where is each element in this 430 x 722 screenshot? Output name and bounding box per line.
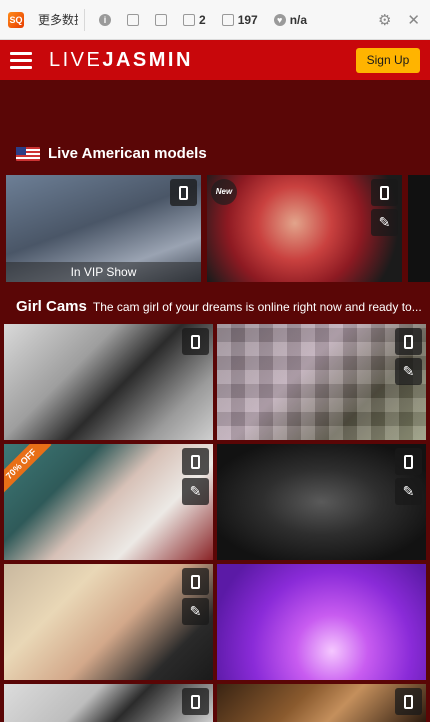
logo-live: LIVE: [49, 48, 103, 71]
model-tile[interactable]: [217, 684, 426, 722]
model-tile[interactable]: [217, 564, 426, 680]
seo-logo-icon[interactable]: SQ: [8, 11, 24, 28]
external-links-item[interactable]: 2: [183, 13, 206, 27]
toolbar-divider: [84, 8, 85, 31]
new-badge: New: [211, 179, 237, 205]
mobile-icon: [395, 448, 422, 475]
site-logo[interactable]: LIVEJASMIN: [49, 49, 193, 72]
rank-value: n/a: [289, 12, 308, 27]
site-header: LIVEJASMIN Sign Up: [0, 40, 430, 80]
monitor-item[interactable]: [127, 13, 139, 26]
feather-icon: ✎: [182, 478, 209, 505]
document-item[interactable]: [155, 13, 167, 26]
mobile-icon: [395, 688, 422, 715]
document-icon: [155, 13, 167, 26]
model-tile[interactable]: [4, 684, 213, 722]
model-tile[interactable]: In VIP Show: [6, 175, 201, 282]
gear-icon[interactable]: ⚙: [378, 11, 391, 29]
feather-icon: ✎: [371, 209, 398, 236]
feather-icon: ✎: [182, 598, 209, 625]
sign-up-button[interactable]: Sign Up: [356, 48, 420, 73]
mobile-icon: [182, 568, 209, 595]
model-tile[interactable]: ✎: [4, 564, 213, 680]
monitor-icon: [127, 13, 139, 26]
toolbar-controls: ⚙ ✕: [378, 11, 420, 29]
girl-cams-section-header: Girl Cams The cam girl of your dreams is…: [16, 298, 423, 315]
model-tile[interactable]: 70% OFF ✎: [4, 444, 213, 560]
model-tile[interactable]: New ✎: [207, 175, 402, 282]
logo-jasmin: JASMIN: [102, 48, 193, 71]
model-tile[interactable]: ✎: [217, 444, 426, 560]
mobile-icon: [182, 688, 209, 715]
indexed-pages-item[interactable]: 197: [221, 12, 258, 27]
close-icon[interactable]: ✕: [407, 11, 420, 29]
external-links-count: 2: [199, 12, 206, 27]
edit-icon: [221, 13, 234, 26]
rank-item[interactable]: ♥ n/a: [273, 12, 308, 27]
indexed-pages-count: 197: [237, 12, 258, 27]
info-item[interactable]: i: [99, 13, 111, 26]
model-tile[interactable]: [4, 324, 213, 440]
mobile-icon: [395, 328, 422, 355]
discount-badge: 70% OFF: [4, 444, 52, 495]
american-section-header: Live American models: [16, 145, 207, 162]
mobile-icon: [371, 179, 398, 206]
model-tile[interactable]: [408, 175, 430, 282]
seo-title[interactable]: 更多数据: [38, 11, 78, 28]
heart-icon: ♥: [273, 13, 286, 26]
mobile-icon: [182, 448, 209, 475]
us-flag-icon: [16, 146, 40, 161]
american-section-title[interactable]: Live American models: [48, 145, 207, 162]
seo-toolbar: SQ 更多数据 i 2 197 ♥ n/a ⚙ ✕: [0, 0, 430, 40]
mobile-icon: [182, 328, 209, 355]
info-icon: i: [99, 13, 111, 26]
girl-cams-title[interactable]: Girl Cams: [16, 298, 87, 315]
feather-icon: ✎: [395, 478, 422, 505]
mobile-icon: [170, 179, 197, 206]
model-tile[interactable]: ✎: [217, 324, 426, 440]
external-link-icon: [183, 13, 195, 26]
vip-show-label: In VIP Show: [6, 262, 201, 282]
feather-icon: ✎: [395, 358, 422, 385]
girl-cams-subtitle: The cam girl of your dreams is online ri…: [92, 300, 422, 314]
menu-icon[interactable]: [10, 51, 32, 69]
